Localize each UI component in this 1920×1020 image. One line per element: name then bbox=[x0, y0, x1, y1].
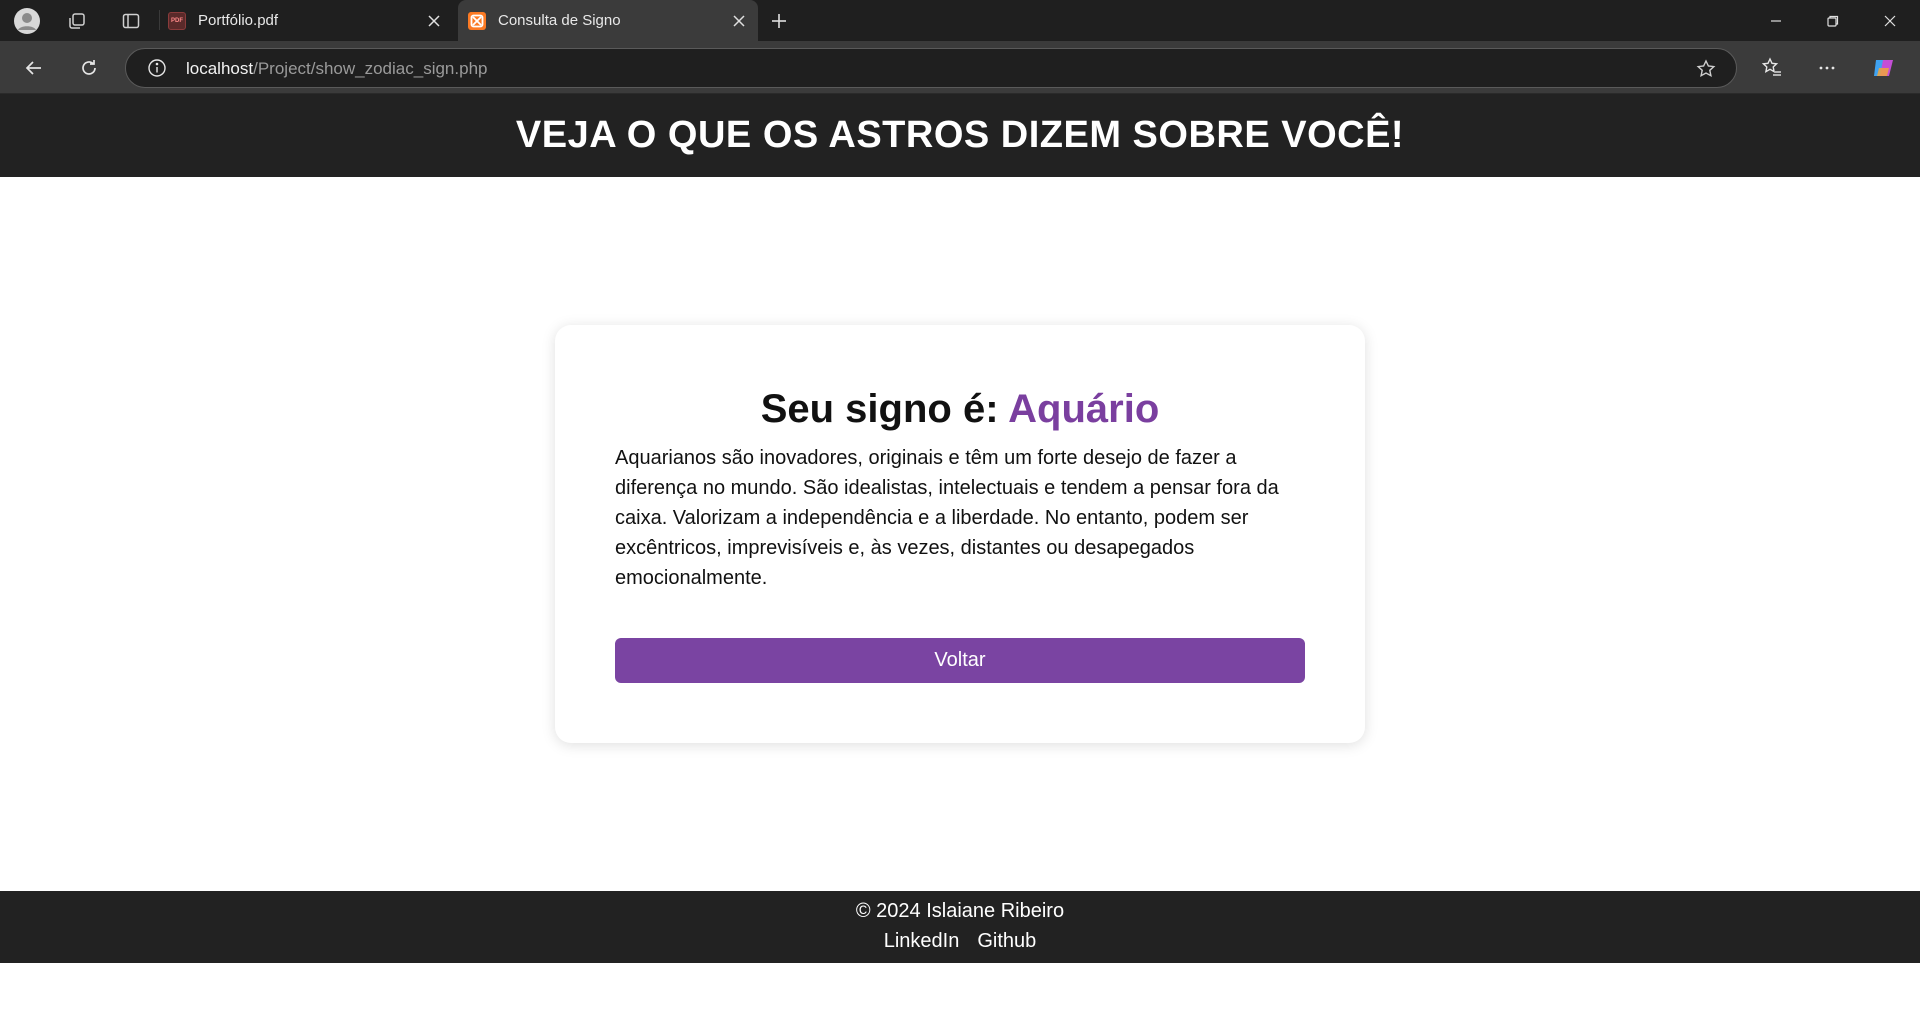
reload-icon[interactable] bbox=[73, 52, 105, 84]
tab-consulta-de-signo[interactable]: Consulta de Signo bbox=[458, 0, 758, 41]
zodiac-result-card: Seu signo é: Aquário Aquarianos são inov… bbox=[555, 325, 1365, 743]
add-favorite-star-icon[interactable] bbox=[1694, 57, 1718, 81]
copilot-icon[interactable] bbox=[1868, 52, 1900, 84]
linkedin-link[interactable]: LinkedIn bbox=[884, 930, 960, 953]
site-info-icon[interactable] bbox=[146, 57, 168, 79]
tab-title: Portfólio.pdf bbox=[198, 12, 279, 29]
pdf-icon: PDF bbox=[168, 11, 186, 30]
browser-toolbar: localhost/Project/show_zodiac_sign.php bbox=[0, 41, 1920, 94]
workspaces-icon[interactable] bbox=[62, 6, 92, 36]
close-tab-icon[interactable] bbox=[421, 8, 447, 34]
favorites-icon[interactable] bbox=[1756, 52, 1788, 84]
page-title: VEJA O QUE OS ASTROS DIZEM SOBRE VOCÊ! bbox=[515, 114, 1405, 156]
tab-separator bbox=[159, 10, 160, 30]
more-options-icon[interactable] bbox=[1811, 52, 1843, 84]
vertical-tabs-icon[interactable] bbox=[116, 6, 146, 36]
url-path: /Project/show_zodiac_sign.php bbox=[253, 59, 488, 78]
minimize-window-icon[interactable] bbox=[1748, 0, 1804, 41]
site-footer: © 2024 Islaiane Ribeiro LinkedIn Github bbox=[0, 891, 1920, 963]
result-heading: Seu signo é: Aquário bbox=[555, 387, 1365, 432]
tab-title: Consulta de Signo bbox=[498, 12, 621, 29]
result-heading-prefix: Seu signo é: bbox=[760, 387, 1009, 431]
url-host: localhost bbox=[186, 59, 254, 78]
new-tab-plus-icon[interactable] bbox=[764, 6, 794, 36]
back-button[interactable]: Voltar bbox=[615, 638, 1305, 683]
back-arrow-icon[interactable] bbox=[18, 52, 50, 84]
xampp-icon bbox=[468, 11, 486, 30]
footer-links: LinkedIn Github bbox=[0, 930, 1920, 953]
site-header: VEJA O QUE OS ASTROS DIZEM SOBRE VOCÊ! bbox=[0, 94, 1920, 177]
close-tab-icon[interactable] bbox=[726, 8, 752, 34]
close-window-icon[interactable] bbox=[1862, 0, 1918, 41]
profile-avatar-icon[interactable] bbox=[12, 6, 42, 36]
zodiac-sign-name: Aquário bbox=[1008, 387, 1160, 431]
restore-window-icon[interactable] bbox=[1805, 0, 1861, 41]
github-link[interactable]: Github bbox=[977, 930, 1036, 953]
browser-tab-strip: PDF Portfólio.pdf Consulta de Signo bbox=[0, 0, 1920, 41]
url-text[interactable]: localhost/Project/show_zodiac_sign.php bbox=[186, 59, 487, 79]
sign-description: Aquarianos são inovadores, originais e t… bbox=[615, 447, 1279, 589]
copyright-text: © 2024 Islaiane Ribeiro bbox=[855, 900, 1065, 922]
tab-portfolio-pdf[interactable]: PDF Portfólio.pdf bbox=[163, 0, 453, 41]
address-bar[interactable]: localhost/Project/show_zodiac_sign.php bbox=[125, 48, 1737, 88]
